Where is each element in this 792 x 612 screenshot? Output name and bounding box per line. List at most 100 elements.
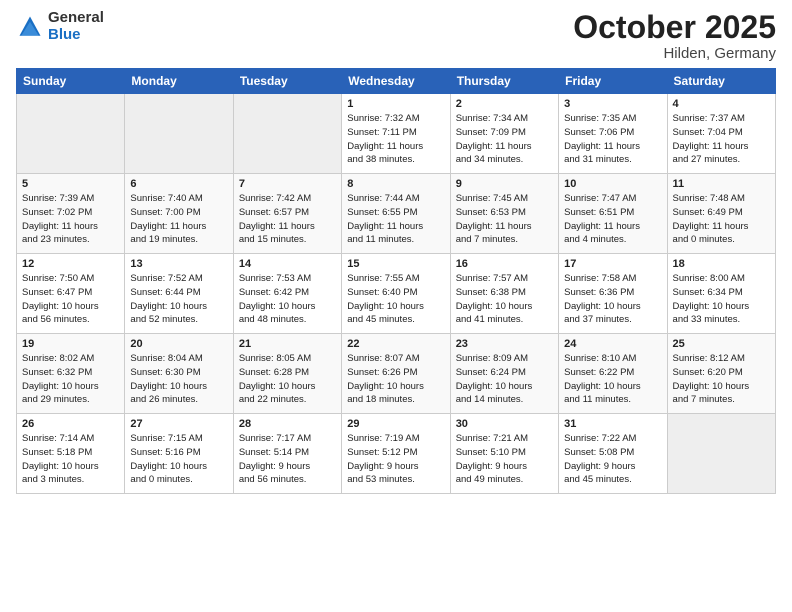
day-info: Sunrise: 7:34 AM Sunset: 7:09 PM Dayligh…: [456, 112, 553, 167]
calendar-week-row: 5Sunrise: 7:39 AM Sunset: 7:02 PM Daylig…: [17, 174, 776, 254]
calendar-location: Hilden, Germany: [573, 45, 776, 62]
header-thursday: Thursday: [450, 69, 558, 94]
table-row: 20 Sunrise: 8:04 AM Sunset: 6:30 PM Dayli…: [125, 334, 233, 414]
day-number: 8: [347, 178, 444, 190]
day-number: 16: [456, 258, 553, 270]
logo-text: General Blue: [48, 10, 104, 43]
calendar-week-row: 1Sunrise: 7:32 AM Sunset: 7:11 PM Daylig…: [17, 94, 776, 174]
day-number: 23: [456, 338, 553, 350]
day-number: 7: [239, 178, 336, 190]
calendar-table: Sunday Monday Tuesday Wednesday Thursday…: [16, 68, 776, 494]
day-number: 22: [347, 338, 444, 350]
day-number: 24: [564, 338, 661, 350]
day-number: 18: [673, 258, 770, 270]
table-row: 2 Sunrise: 7:34 AM Sunset: 7:09 PM Daylig…: [450, 94, 558, 174]
day-info: Sunrise: 8:02 AM Sunset: 6:32 PM Dayligh…: [22, 352, 119, 407]
day-number: 15: [347, 258, 444, 270]
table-row: [233, 94, 341, 174]
table-row: 26 Sunrise: 7:14 AM Sunset: 5:18 PM Dayli…: [17, 414, 125, 494]
table-row: 25Sunrise: 8:12 AM Sunset: 6:20 PM Dayli…: [667, 334, 775, 414]
day-info: Sunrise: 7:42 AM Sunset: 6:57 PM Dayligh…: [239, 192, 336, 247]
day-info: Sunrise: 8:09 AM Sunset: 6:24 PM Dayligh…: [456, 352, 553, 407]
day-number: 12: [22, 258, 119, 270]
table-row: 1Sunrise: 7:32 AM Sunset: 7:11 PM Daylig…: [342, 94, 450, 174]
header-wednesday: Wednesday: [342, 69, 450, 94]
header-saturday: Saturday: [667, 69, 775, 94]
table-row: 29Sunrise: 7:19 AM Sunset: 5:12 PM Dayli…: [342, 414, 450, 494]
logo-blue-text: Blue: [48, 27, 104, 44]
header-sunday: Sunday: [17, 69, 125, 94]
day-info: Sunrise: 7:53 AM Sunset: 6:42 PM Dayligh…: [239, 272, 336, 327]
table-row: 6Sunrise: 7:40 AM Sunset: 7:00 PM Daylig…: [125, 174, 233, 254]
day-number: 19: [22, 338, 119, 350]
weekday-header-row: Sunday Monday Tuesday Wednesday Thursday…: [17, 69, 776, 94]
table-row: 28 Sunrise: 7:17 AM Sunset: 5:14 PM Dayli…: [233, 414, 341, 494]
table-row: 17 Sunrise: 7:58 AM Sunset: 6:36 PM Dayli…: [559, 254, 667, 334]
table-row: 4 Sunrise: 7:37 AM Sunset: 7:04 PM Daylig…: [667, 94, 775, 174]
page: General Blue October 2025 Hilden, German…: [0, 0, 792, 612]
day-number: 26: [22, 418, 119, 430]
day-info: Sunrise: 7:14 AM Sunset: 5:18 PM Dayligh…: [22, 432, 119, 487]
header-monday: Monday: [125, 69, 233, 94]
day-number: 17: [564, 258, 661, 270]
table-row: [667, 414, 775, 494]
day-number: 30: [456, 418, 553, 430]
day-number: 14: [239, 258, 336, 270]
table-row: 14 Sunrise: 7:53 AM Sunset: 6:42 PM Dayli…: [233, 254, 341, 334]
table-row: 15Sunrise: 7:55 AM Sunset: 6:40 PM Dayli…: [342, 254, 450, 334]
calendar-title: October 2025: [573, 10, 776, 45]
day-number: 5: [22, 178, 119, 190]
table-row: 31Sunrise: 7:22 AM Sunset: 5:08 PM Dayli…: [559, 414, 667, 494]
day-number: 28: [239, 418, 336, 430]
table-row: 27 Sunrise: 7:15 AM Sunset: 5:16 PM Dayli…: [125, 414, 233, 494]
day-info: Sunrise: 7:58 AM Sunset: 6:36 PM Dayligh…: [564, 272, 661, 327]
day-info: Sunrise: 7:22 AM Sunset: 5:08 PM Dayligh…: [564, 432, 661, 487]
logo-icon: [16, 13, 44, 41]
calendar-week-row: 12 Sunrise: 7:50 AM Sunset: 6:47 PM Dayli…: [17, 254, 776, 334]
day-info: Sunrise: 7:45 AM Sunset: 6:53 PM Dayligh…: [456, 192, 553, 247]
table-row: 13Sunrise: 7:52 AM Sunset: 6:44 PM Dayli…: [125, 254, 233, 334]
day-info: Sunrise: 7:15 AM Sunset: 5:16 PM Dayligh…: [130, 432, 227, 487]
day-info: Sunrise: 7:50 AM Sunset: 6:47 PM Dayligh…: [22, 272, 119, 327]
day-info: Sunrise: 7:52 AM Sunset: 6:44 PM Dayligh…: [130, 272, 227, 327]
table-row: [125, 94, 233, 174]
day-info: Sunrise: 7:35 AM Sunset: 7:06 PM Dayligh…: [564, 112, 661, 167]
table-row: 18 Sunrise: 8:00 AM Sunset: 6:34 PM Dayli…: [667, 254, 775, 334]
day-info: Sunrise: 8:04 AM Sunset: 6:30 PM Dayligh…: [130, 352, 227, 407]
day-info: Sunrise: 8:07 AM Sunset: 6:26 PM Dayligh…: [347, 352, 444, 407]
day-number: 27: [130, 418, 227, 430]
day-number: 2: [456, 98, 553, 110]
table-row: [17, 94, 125, 174]
day-number: 9: [456, 178, 553, 190]
day-number: 1: [347, 98, 444, 110]
day-info: Sunrise: 8:05 AM Sunset: 6:28 PM Dayligh…: [239, 352, 336, 407]
day-info: Sunrise: 8:12 AM Sunset: 6:20 PM Dayligh…: [673, 352, 770, 407]
calendar-week-row: 26 Sunrise: 7:14 AM Sunset: 5:18 PM Dayli…: [17, 414, 776, 494]
table-row: 24 Sunrise: 8:10 AM Sunset: 6:22 PM Dayli…: [559, 334, 667, 414]
table-row: 9 Sunrise: 7:45 AM Sunset: 6:53 PM Daylig…: [450, 174, 558, 254]
day-info: Sunrise: 8:10 AM Sunset: 6:22 PM Dayligh…: [564, 352, 661, 407]
header-friday: Friday: [559, 69, 667, 94]
logo: General Blue: [16, 10, 104, 43]
logo-general-text: General: [48, 10, 104, 27]
header-tuesday: Tuesday: [233, 69, 341, 94]
table-row: 19 Sunrise: 8:02 AM Sunset: 6:32 PM Dayli…: [17, 334, 125, 414]
day-info: Sunrise: 8:00 AM Sunset: 6:34 PM Dayligh…: [673, 272, 770, 327]
table-row: 22 Sunrise: 8:07 AM Sunset: 6:26 PM Dayli…: [342, 334, 450, 414]
day-info: Sunrise: 7:48 AM Sunset: 6:49 PM Dayligh…: [673, 192, 770, 247]
header: General Blue October 2025 Hilden, German…: [16, 10, 776, 62]
table-row: 10Sunrise: 7:47 AM Sunset: 6:51 PM Dayli…: [559, 174, 667, 254]
table-row: 5Sunrise: 7:39 AM Sunset: 7:02 PM Daylig…: [17, 174, 125, 254]
day-number: 29: [347, 418, 444, 430]
table-row: 21Sunrise: 8:05 AM Sunset: 6:28 PM Dayli…: [233, 334, 341, 414]
day-number: 10: [564, 178, 661, 190]
day-number: 3: [564, 98, 661, 110]
day-info: Sunrise: 7:44 AM Sunset: 6:55 PM Dayligh…: [347, 192, 444, 247]
day-info: Sunrise: 7:37 AM Sunset: 7:04 PM Dayligh…: [673, 112, 770, 167]
title-block: October 2025 Hilden, Germany: [573, 10, 776, 62]
table-row: 7 Sunrise: 7:42 AM Sunset: 6:57 PM Daylig…: [233, 174, 341, 254]
day-number: 4: [673, 98, 770, 110]
day-number: 6: [130, 178, 227, 190]
day-info: Sunrise: 7:17 AM Sunset: 5:14 PM Dayligh…: [239, 432, 336, 487]
day-number: 20: [130, 338, 227, 350]
